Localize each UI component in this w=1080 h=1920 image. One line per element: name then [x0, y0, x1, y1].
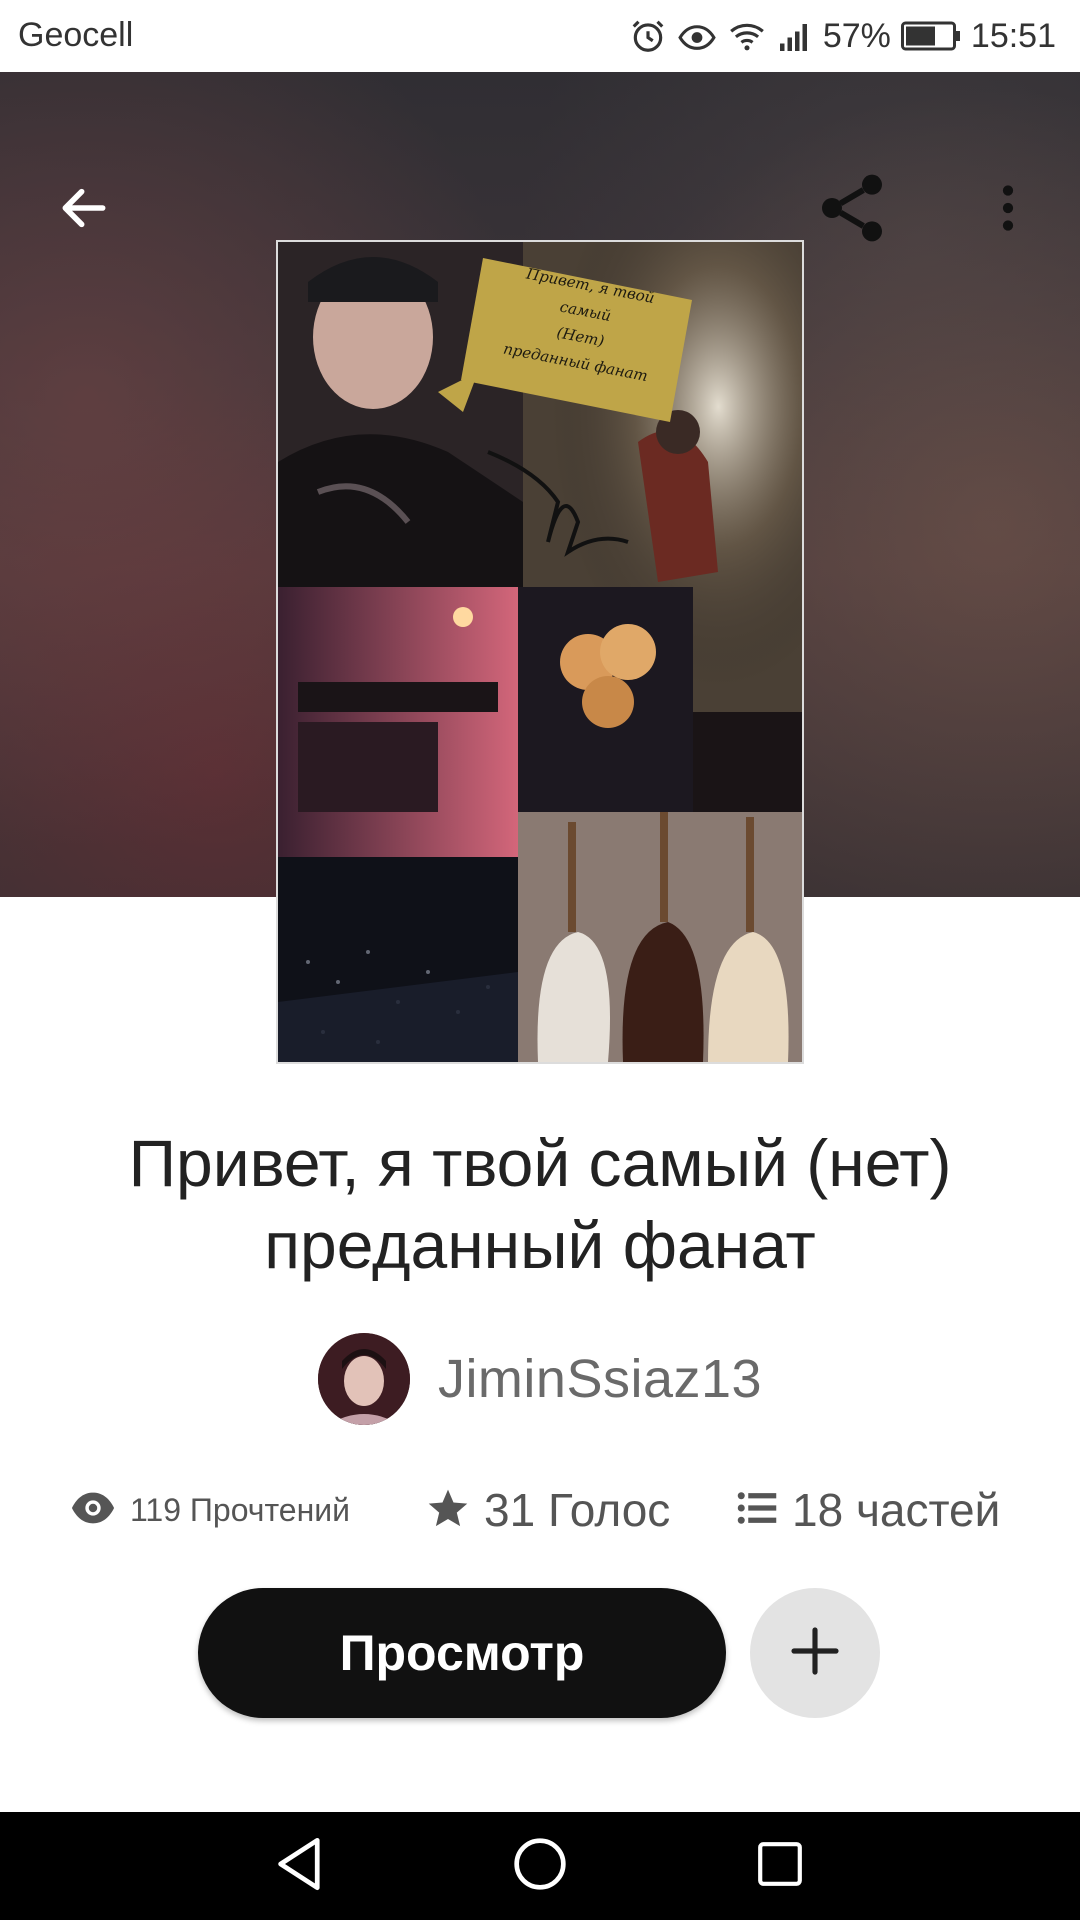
alarm-icon	[629, 17, 667, 55]
battery-percent: 57%	[822, 16, 891, 55]
system-nav-bar	[0, 1812, 1080, 1920]
eye-icon	[70, 1488, 116, 1533]
nav-home-button[interactable]	[480, 1826, 600, 1906]
more-vert-icon	[980, 180, 1036, 241]
carrier-name: Geocell	[18, 16, 134, 54]
status-icons: 57% 15:51	[629, 12, 1056, 60]
signal-icon	[777, 17, 813, 55]
back-triangle-icon	[274, 1836, 326, 1897]
share-button[interactable]	[804, 162, 900, 258]
eye-comfort-icon	[677, 17, 717, 55]
home-circle-icon	[512, 1836, 568, 1897]
reads-stat: 119 Прочтений	[70, 1470, 350, 1550]
status-bar: Geocell 57% 15:51	[0, 0, 1080, 72]
nav-recents-button[interactable]	[720, 1826, 840, 1906]
arrow-left-icon	[56, 180, 112, 241]
story-stats: 119 Прочтений 31 Голос 18 частей	[0, 1470, 1080, 1550]
back-button[interactable]	[36, 162, 132, 258]
wifi-icon	[727, 17, 767, 55]
author-row[interactable]: JiminSsiaz13	[0, 1332, 1080, 1426]
parts-count: 18 частей	[792, 1484, 1001, 1536]
author-avatar[interactable]	[317, 1333, 410, 1425]
plus-icon	[787, 1623, 843, 1684]
parts-stat: 18 частей	[736, 1470, 1000, 1550]
read-button[interactable]: Просмотр	[198, 1588, 726, 1718]
recents-square-icon	[755, 1839, 805, 1894]
add-to-library-button[interactable]	[750, 1588, 880, 1718]
battery-icon	[900, 21, 961, 51]
story-title: Привет, я твой самый (нет) преданный фан…	[128, 1126, 952, 1282]
more-options-button[interactable]	[960, 162, 1056, 258]
story-cover-image[interactable]: Привет, я твой самый (Нет) преданный фан…	[276, 240, 804, 1064]
nav-back-button[interactable]	[240, 1826, 360, 1906]
votes-stat: 31 Голос	[426, 1470, 670, 1550]
reads-count: 119 Прочтений	[130, 1491, 350, 1528]
list-icon	[736, 1488, 778, 1533]
votes-count: 31 Голос	[484, 1484, 671, 1536]
star-icon	[426, 1486, 470, 1535]
clock-time: 15:51	[970, 16, 1056, 55]
author-name[interactable]: JiminSsiaz13	[438, 1348, 762, 1410]
share-icon	[812, 168, 892, 253]
